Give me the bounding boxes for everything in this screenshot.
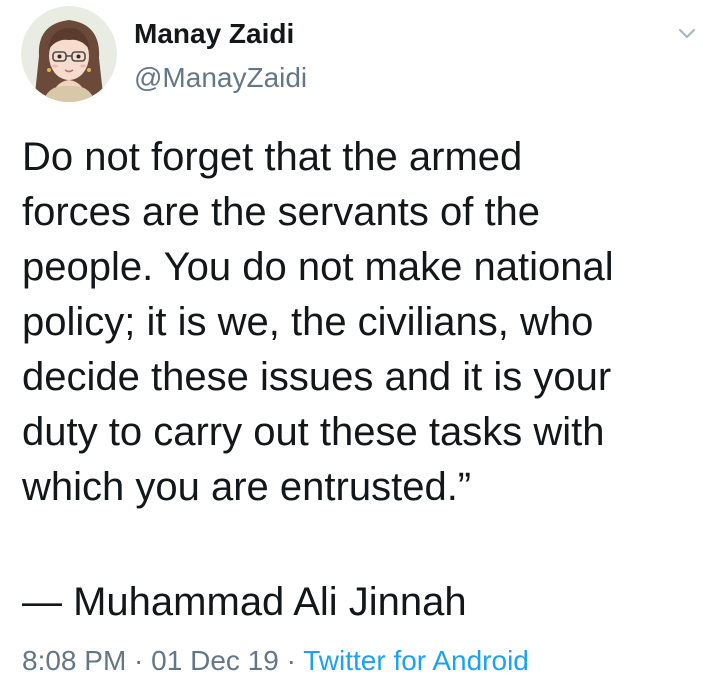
- tweet-text-line: people. You do not make national: [22, 245, 614, 289]
- tweet-text-line: which you are entrusted.”: [22, 465, 472, 509]
- tweet-text-line: forces are the servants of the: [22, 190, 541, 234]
- tweet-card: Manay Zaidi @ManayZaidi Do not forget th…: [0, 0, 708, 695]
- avatar[interactable]: [21, 6, 117, 102]
- user-handle[interactable]: @ManayZaidi: [134, 62, 307, 94]
- tweet-time[interactable]: 8:08 PM: [22, 645, 126, 676]
- tweet-menu-button[interactable]: [676, 22, 698, 44]
- tweet-source-link[interactable]: Twitter for Android: [303, 645, 529, 676]
- tweet-text-line: policy; it is we, the civilians, who: [22, 300, 594, 344]
- tweet-text-line: decide these issues and it is your: [22, 355, 612, 399]
- tweet-text-line: duty to carry out these tasks with: [22, 410, 605, 454]
- tweet-text: Do not forget that the armed forces are …: [22, 130, 692, 515]
- tweet-text-line: Do not forget that the armed: [22, 135, 523, 179]
- tweet-date[interactable]: 01 Dec 19: [151, 645, 279, 676]
- display-name[interactable]: Manay Zaidi: [134, 18, 294, 50]
- quote-attribution: — Muhammad Ali Jinnah: [22, 580, 467, 624]
- tweet-metadata: 8:08 PM · 01 Dec 19 · Twitter for Androi…: [22, 644, 529, 678]
- chevron-down-icon: [678, 28, 696, 39]
- meta-separator: ·: [278, 645, 304, 676]
- meta-separator: ·: [126, 645, 152, 676]
- avatar-illustration-icon: [21, 6, 117, 102]
